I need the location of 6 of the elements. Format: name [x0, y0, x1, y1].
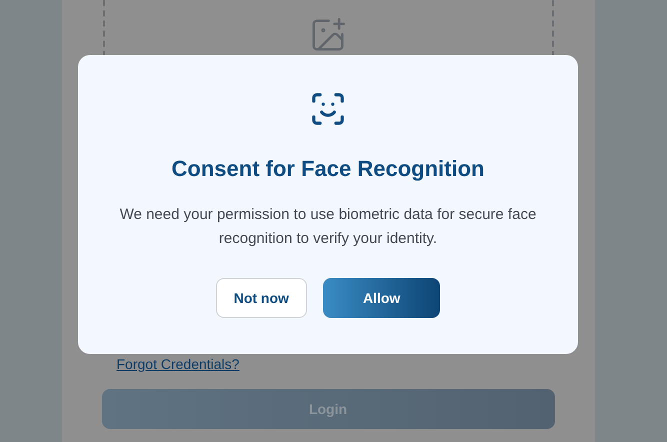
face-scan-icon: [309, 90, 347, 128]
forgot-credentials-link[interactable]: Forgot Credentials?: [116, 354, 240, 374]
dialog-title: Consent for Face Recognition: [172, 155, 484, 183]
dismiss-button[interactable]: Not now: [216, 278, 307, 318]
dialog-message: We need your permission to use biometric data for secure face recognition to verify your identity.: [118, 205, 538, 249]
allow-button[interactable]: Allow: [322, 278, 440, 318]
